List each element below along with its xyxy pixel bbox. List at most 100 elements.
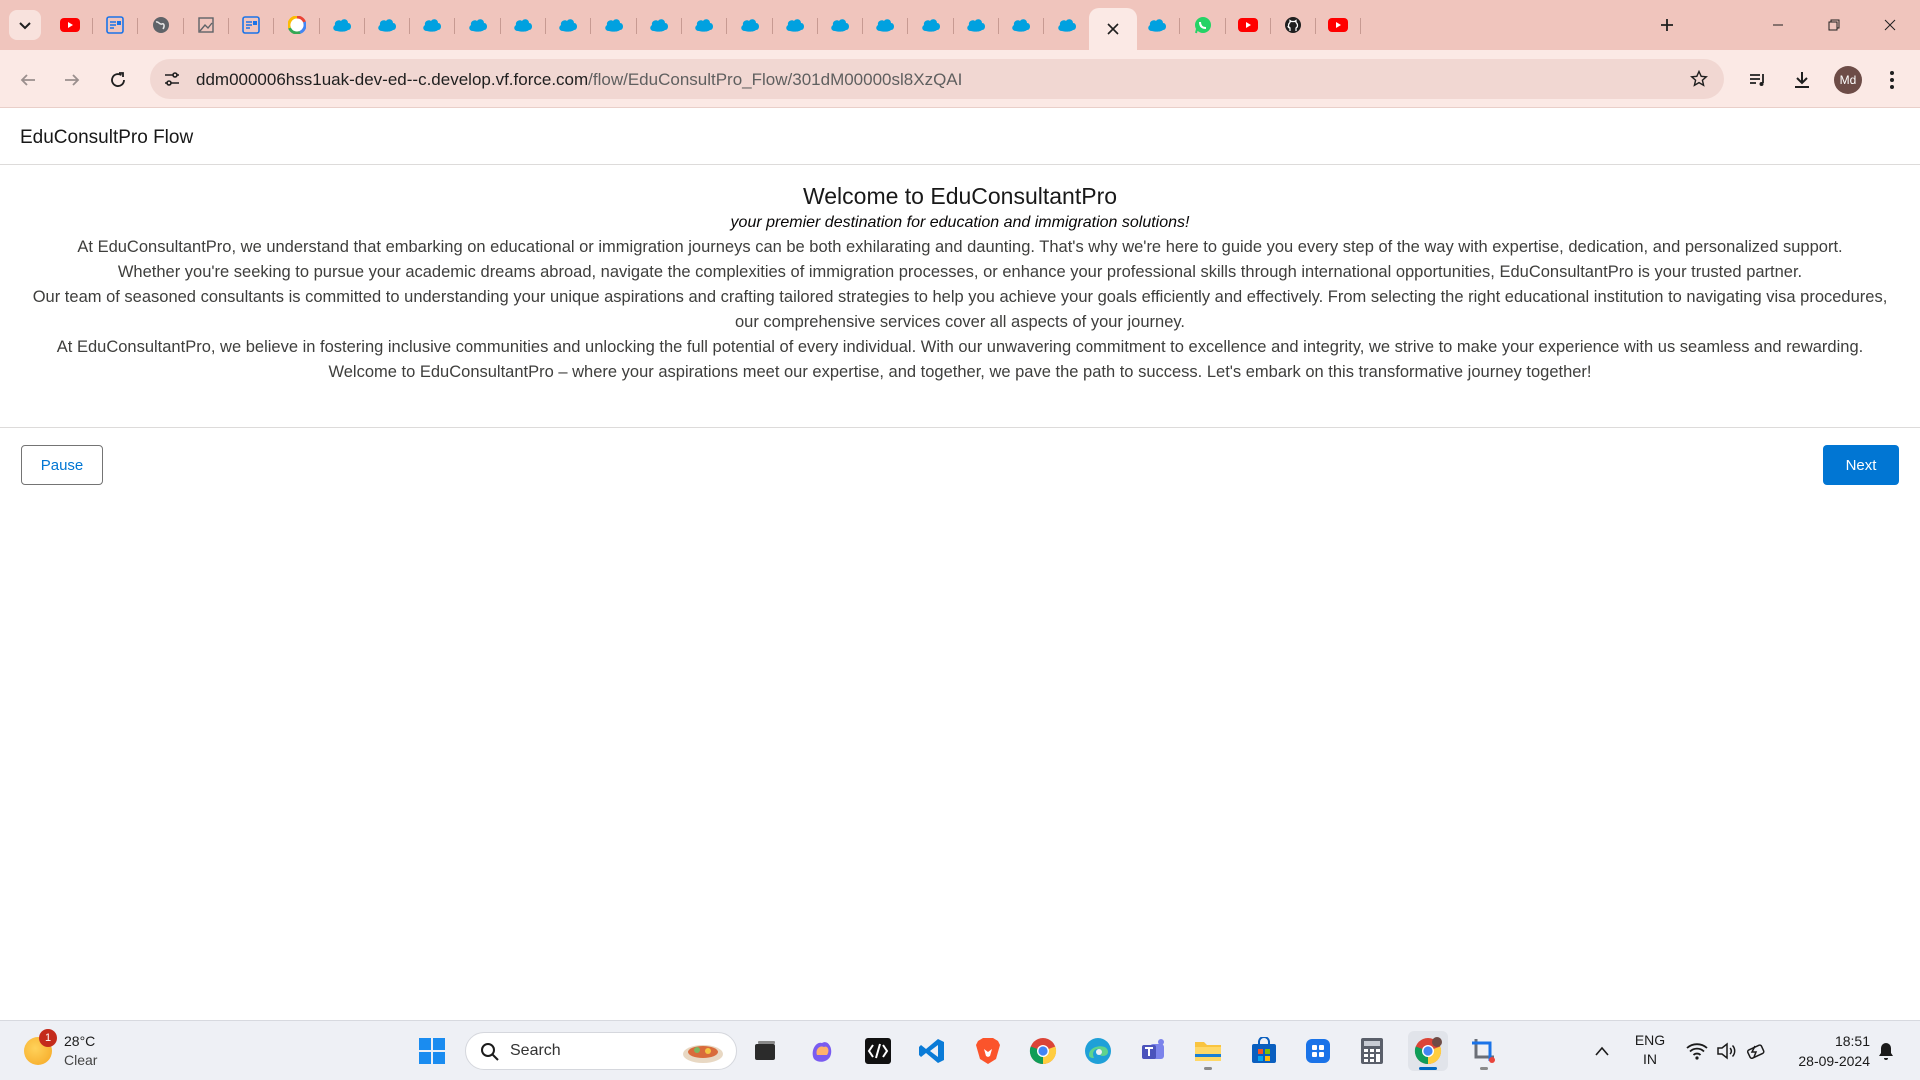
show-hidden-icons-button[interactable] bbox=[1590, 1031, 1614, 1071]
edge-button[interactable] bbox=[1078, 1031, 1118, 1071]
salesforce-cloud-icon bbox=[604, 18, 624, 32]
welcome-paragraph: Our team of seasoned consultants is comm… bbox=[32, 288, 1888, 331]
tab[interactable] bbox=[92, 8, 139, 42]
tab[interactable] bbox=[681, 8, 728, 42]
pause-button[interactable]: Pause bbox=[21, 445, 103, 485]
app-dark-button[interactable] bbox=[858, 1031, 898, 1071]
tab[interactable] bbox=[364, 8, 411, 42]
calculator-button[interactable] bbox=[1352, 1031, 1392, 1071]
close-icon[interactable] bbox=[1107, 23, 1119, 35]
brave-lion-icon bbox=[976, 1038, 1000, 1064]
chrome-menu-button[interactable] bbox=[1876, 64, 1908, 96]
back-button[interactable] bbox=[12, 64, 44, 96]
tab[interactable] bbox=[545, 8, 592, 42]
media-controls-button[interactable] bbox=[1742, 64, 1774, 96]
tab[interactable] bbox=[47, 8, 93, 42]
brave-button[interactable] bbox=[968, 1031, 1008, 1071]
salesforce-cloud-icon bbox=[875, 18, 895, 32]
battery-button[interactable] bbox=[1744, 1031, 1770, 1071]
welcome-paragraph: At EduConsultantPro, we believe in foste… bbox=[56, 338, 1864, 356]
downloads-button[interactable] bbox=[1786, 64, 1818, 96]
weather-temperature: 28°C bbox=[64, 1033, 96, 1049]
tab[interactable] bbox=[636, 8, 682, 42]
salesforce-cloud-icon bbox=[785, 18, 805, 32]
start-button[interactable] bbox=[412, 1031, 452, 1071]
network-button[interactable] bbox=[1684, 1031, 1710, 1071]
search-label: Search bbox=[510, 1042, 561, 1059]
youtube-icon bbox=[60, 18, 80, 32]
task-view-button[interactable] bbox=[745, 1031, 785, 1071]
clock[interactable]: 18:51 28-09-2024 bbox=[1778, 1031, 1870, 1071]
queue-music-icon bbox=[1750, 74, 1764, 86]
flow-header: EduConsultPro Flow bbox=[0, 108, 1920, 165]
tab[interactable] bbox=[772, 8, 818, 42]
vscode-button[interactable] bbox=[912, 1031, 952, 1071]
language-indicator[interactable]: ENG IN bbox=[1630, 1031, 1670, 1069]
task-view-icon bbox=[755, 1041, 775, 1060]
file-explorer-button[interactable] bbox=[1188, 1031, 1228, 1071]
close-window-button[interactable] bbox=[1862, 0, 1918, 50]
tab[interactable] bbox=[1270, 8, 1317, 42]
github-icon bbox=[1284, 16, 1302, 34]
bookmark-button[interactable] bbox=[1688, 68, 1710, 90]
teams-button[interactable] bbox=[1134, 1031, 1174, 1071]
tab[interactable] bbox=[274, 8, 320, 42]
url-text: ddm000006hss1uak-dev-ed--c.develop.vf.fo… bbox=[196, 70, 962, 90]
notification-badge: 1 bbox=[39, 1029, 57, 1047]
weather-widget[interactable]: 1 28°C Clear bbox=[24, 1029, 124, 1073]
reload-icon bbox=[111, 72, 125, 87]
next-button[interactable]: Next bbox=[1823, 445, 1899, 485]
restore-button[interactable] bbox=[1806, 0, 1862, 50]
tab[interactable] bbox=[409, 8, 456, 42]
tab[interactable] bbox=[817, 8, 864, 42]
new-tab-button[interactable] bbox=[1652, 10, 1682, 40]
running-indicator bbox=[1480, 1067, 1488, 1070]
tab[interactable] bbox=[953, 8, 999, 42]
clock-time: 18:51 bbox=[1834, 1033, 1870, 1049]
tab[interactable] bbox=[998, 8, 1045, 42]
tab[interactable] bbox=[183, 8, 229, 42]
tab[interactable] bbox=[455, 8, 501, 42]
tab[interactable] bbox=[1044, 8, 1090, 42]
site-info-button[interactable] bbox=[158, 65, 186, 93]
reload-button[interactable] bbox=[102, 64, 134, 96]
welcome-tagline: your premier destination for education a… bbox=[730, 214, 1190, 231]
tab[interactable] bbox=[1225, 8, 1271, 42]
volume-button[interactable] bbox=[1714, 1031, 1740, 1071]
tab[interactable] bbox=[500, 8, 546, 42]
url-path: /flow/EduConsultPro_Flow/301dM00000sl8Xz… bbox=[588, 70, 963, 89]
salesforce-cloud-icon bbox=[1147, 18, 1167, 32]
copilot-button[interactable] bbox=[802, 1031, 842, 1071]
tab[interactable] bbox=[319, 8, 365, 42]
tab[interactable] bbox=[228, 8, 275, 42]
profile-avatar[interactable]: Md bbox=[1834, 66, 1862, 94]
chrome-button[interactable] bbox=[1023, 1031, 1063, 1071]
tab[interactable] bbox=[138, 8, 184, 42]
close-icon bbox=[1884, 19, 1896, 31]
remote-app-button[interactable] bbox=[1298, 1031, 1338, 1071]
tab[interactable] bbox=[1180, 8, 1226, 42]
tab[interactable] bbox=[1315, 8, 1362, 42]
tab-search-button[interactable] bbox=[9, 10, 41, 40]
globe-icon bbox=[152, 16, 170, 34]
minimize-button[interactable] bbox=[1750, 0, 1806, 50]
youtube-icon bbox=[1237, 18, 1258, 32]
tune-icon bbox=[165, 72, 179, 86]
arrow-left-icon bbox=[20, 74, 35, 86]
chrome-active-button[interactable] bbox=[1408, 1031, 1448, 1071]
tab[interactable] bbox=[862, 8, 909, 42]
page-title: EduConsultPro Flow bbox=[20, 127, 194, 148]
snipping-tool-button[interactable] bbox=[1464, 1031, 1504, 1071]
language-code: ENG bbox=[1634, 1032, 1666, 1048]
address-bar[interactable]: ddm000006hss1uak-dev-ed--c.develop.vf.fo… bbox=[150, 59, 1724, 99]
tab[interactable] bbox=[1134, 8, 1181, 42]
tab[interactable] bbox=[727, 8, 773, 42]
notifications-button[interactable] bbox=[1874, 1031, 1898, 1071]
tab-active[interactable] bbox=[1088, 8, 1137, 50]
forward-button[interactable] bbox=[56, 64, 88, 96]
microsoft-store-button[interactable] bbox=[1244, 1031, 1284, 1071]
tab[interactable] bbox=[591, 8, 637, 42]
form-icon bbox=[106, 16, 125, 34]
tab[interactable] bbox=[908, 8, 954, 42]
taskbar-search[interactable]: Search bbox=[465, 1032, 737, 1070]
